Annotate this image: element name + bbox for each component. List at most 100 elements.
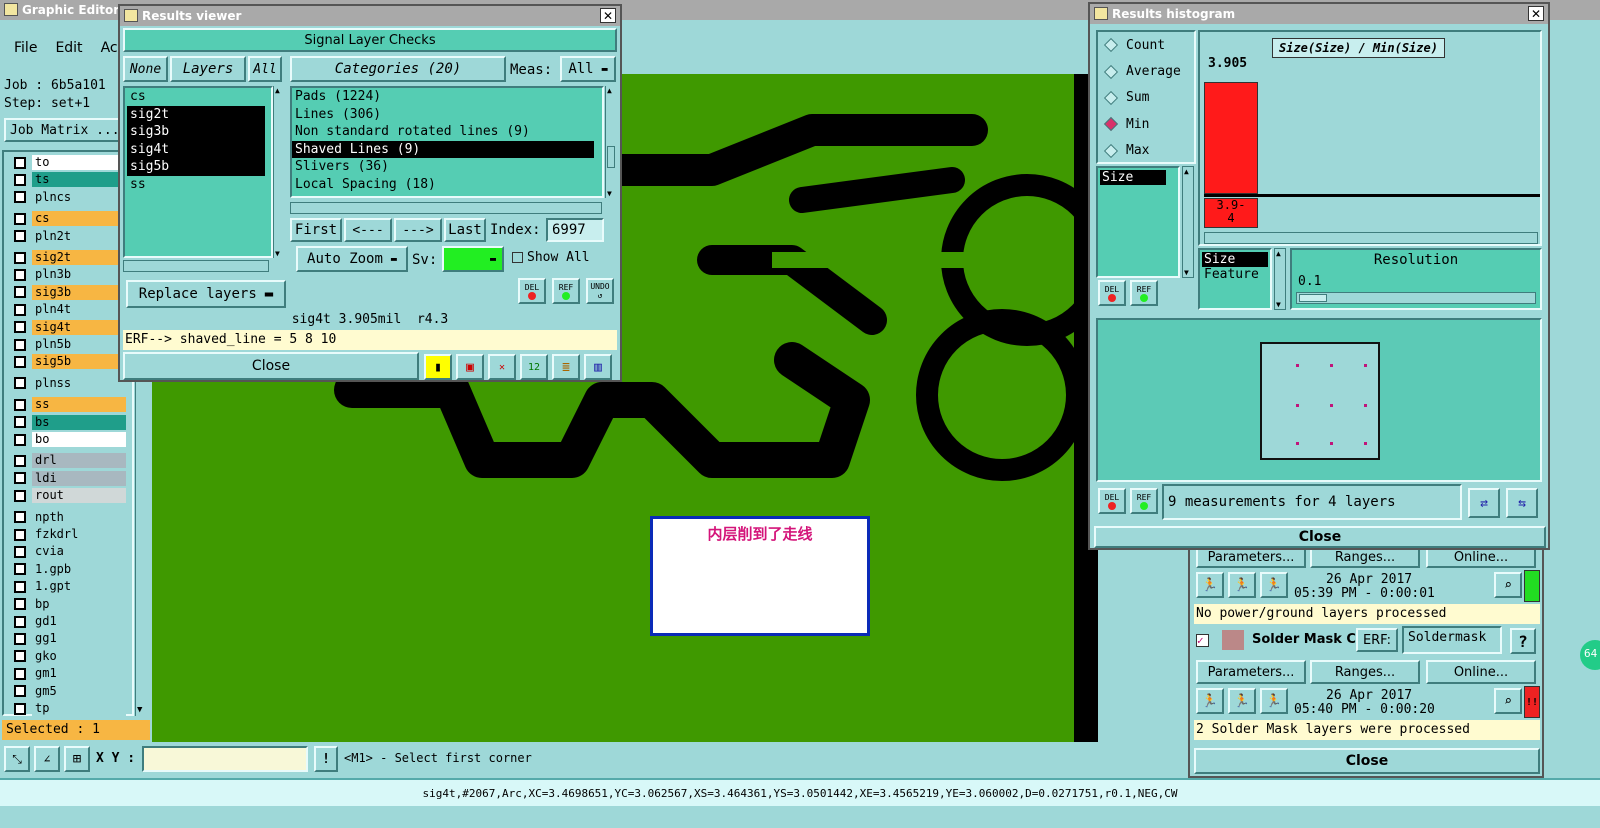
- layer-checkbox[interactable]: [14, 433, 26, 446]
- run-icon-2[interactable]: 🏃: [1196, 688, 1224, 714]
- layers-button[interactable]: Layers: [170, 56, 246, 82]
- import-icon[interactable]: ⇆: [1506, 488, 1538, 518]
- xy-input[interactable]: [142, 746, 308, 772]
- layer-row-gm5[interactable]: gm5: [10, 683, 126, 700]
- ref-button[interactable]: REF: [552, 278, 580, 304]
- field-size[interactable]: Size: [1100, 170, 1166, 185]
- category-item[interactable]: Pads (1224): [292, 88, 594, 106]
- layer-row-1-gpt[interactable]: 1.gpt: [10, 578, 126, 595]
- solder-check-toggle[interactable]: ✓: [1196, 634, 1209, 647]
- layer-row-plnss[interactable]: plnss: [10, 375, 126, 392]
- layer-row-sig3b[interactable]: sig3b: [10, 284, 126, 301]
- layer-checkbox[interactable]: [14, 702, 26, 715]
- layer-row-gm1[interactable]: gm1: [10, 665, 126, 682]
- run-area-icon-2[interactable]: 🏃: [1228, 688, 1256, 714]
- layer-checkbox[interactable]: [14, 650, 26, 663]
- highlight-icon[interactable]: ▮: [424, 354, 452, 380]
- layer-row-ss[interactable]: ss: [10, 396, 126, 413]
- layer-row-sig2t[interactable]: sig2t: [10, 249, 126, 266]
- measure-icon[interactable]: ∠: [34, 746, 60, 772]
- layer-checkbox[interactable]: [14, 489, 26, 502]
- layer-checkbox[interactable]: [14, 580, 26, 593]
- rv-layer-scrollbar[interactable]: ▲ ▼: [273, 86, 285, 258]
- attr-list[interactable]: Size Feature: [1198, 248, 1272, 310]
- layer-checkbox[interactable]: [14, 355, 26, 368]
- category-item[interactable]: Lines (306): [292, 106, 594, 124]
- layer-row-gko[interactable]: gko: [10, 648, 126, 665]
- undo-button[interactable]: UNDO ↺: [586, 278, 614, 304]
- rv-layer-list[interactable]: cs sig2t sig3b sig4t sig5b ss: [123, 86, 273, 258]
- hist-del-button[interactable]: DEL: [1098, 280, 1126, 306]
- rv-layer-item[interactable]: ss: [127, 176, 265, 194]
- magnify-icon[interactable]: ⌕: [1494, 572, 1522, 598]
- layer-checkbox[interactable]: [14, 251, 26, 264]
- layer-row-drl[interactable]: drl: [10, 452, 126, 469]
- numbering-icon[interactable]: 12: [520, 354, 548, 380]
- rv-layer-item[interactable]: sig5b: [127, 158, 265, 176]
- hist-close-button[interactable]: Close: [1094, 526, 1546, 548]
- category-item[interactable]: Slivers (36): [292, 158, 594, 176]
- layer-checkbox[interactable]: [14, 416, 26, 429]
- layer-checkbox[interactable]: [14, 191, 26, 204]
- layer-checkbox[interactable]: [14, 454, 26, 467]
- index-input[interactable]: 6997: [546, 218, 604, 242]
- show-all-checkbox[interactable]: Show All: [512, 250, 590, 265]
- layer-row-pln3b[interactable]: pln3b: [10, 266, 126, 283]
- params-button-2[interactable]: Parameters...: [1196, 660, 1306, 684]
- layer-checkbox[interactable]: [14, 563, 26, 576]
- layer-row-cs[interactable]: cs: [10, 210, 126, 227]
- category-list[interactable]: Pads (1224) Lines (306) Non standard rotat…: [290, 86, 604, 198]
- field-scrollbar[interactable]: ▲ ▼: [1182, 166, 1194, 278]
- rv-layer-item[interactable]: sig3b: [127, 123, 265, 141]
- hist-ref-button-2[interactable]: REF: [1130, 488, 1158, 514]
- layer-checkbox[interactable]: [14, 667, 26, 680]
- layer-row-bo[interactable]: bo: [10, 431, 126, 448]
- del-button[interactable]: DEL: [518, 278, 546, 304]
- layer-checkbox[interactable]: [14, 472, 26, 485]
- attr-size[interactable]: Size: [1202, 252, 1268, 267]
- layer-checkbox[interactable]: [14, 615, 26, 628]
- layer-checkbox[interactable]: [14, 338, 26, 351]
- ranges-button-2[interactable]: Ranges...: [1310, 660, 1420, 684]
- rv-layer-hscroll[interactable]: [123, 260, 269, 272]
- chart-hscroll[interactable]: [1204, 232, 1538, 244]
- option-min[interactable]: Min: [1098, 111, 1194, 137]
- category-scrollbar[interactable]: ▲ ▼: [605, 86, 617, 198]
- layer-checkbox[interactable]: [14, 685, 26, 698]
- layer-checkbox[interactable]: [14, 156, 26, 169]
- layer-checkbox[interactable]: [14, 303, 26, 316]
- none-button[interactable]: None: [123, 56, 168, 82]
- menu-edit[interactable]: Edit: [55, 40, 82, 56]
- rv-close-button[interactable]: Close: [123, 352, 419, 380]
- rv-layer-item[interactable]: cs: [127, 88, 265, 106]
- checklist-close-button[interactable]: Close: [1194, 748, 1540, 774]
- scroll-down-arrow[interactable]: ▼: [137, 705, 142, 715]
- rv-layer-item[interactable]: sig2t: [127, 105, 265, 123]
- layer-row-pln4t[interactable]: pln4t: [10, 301, 126, 318]
- category-item[interactable]: Non standard rotated lines (9): [292, 123, 594, 141]
- category-item[interactable]: Shaved Lines (9): [292, 140, 594, 158]
- layer-row-gd1[interactable]: gd1: [10, 613, 126, 630]
- layer-checkbox[interactable]: [14, 632, 26, 645]
- layer-row-fzkdrl[interactable]: fzkdrl: [10, 526, 126, 543]
- category-hscroll[interactable]: [290, 202, 602, 214]
- first-button[interactable]: First: [290, 218, 342, 242]
- erf-button[interactable]: ERF:: [1356, 628, 1398, 652]
- layer-row-tp[interactable]: tp: [10, 700, 126, 717]
- all-button[interactable]: All: [248, 56, 282, 82]
- online-button-2[interactable]: Online...: [1426, 660, 1536, 684]
- layer-checkbox[interactable]: [14, 286, 26, 299]
- layer-row-plncs[interactable]: plncs: [10, 189, 126, 206]
- layer-checkbox[interactable]: [14, 528, 26, 541]
- layer-row-gg1[interactable]: gg1: [10, 630, 126, 647]
- layer-checkbox[interactable]: [14, 268, 26, 281]
- close-icon[interactable]: ✕: [600, 8, 616, 23]
- menu-file[interactable]: File: [14, 40, 37, 56]
- field-list[interactable]: Size: [1096, 166, 1180, 278]
- erf-value[interactable]: Soldermask: [1402, 626, 1502, 654]
- layer-row-to[interactable]: to: [10, 154, 126, 171]
- option-average[interactable]: Average: [1098, 58, 1194, 84]
- layer-checkbox[interactable]: [14, 545, 26, 558]
- sv-color-select[interactable]: ▬: [442, 246, 504, 272]
- replace-layers-menu[interactable]: Replace layers ▬: [126, 280, 286, 308]
